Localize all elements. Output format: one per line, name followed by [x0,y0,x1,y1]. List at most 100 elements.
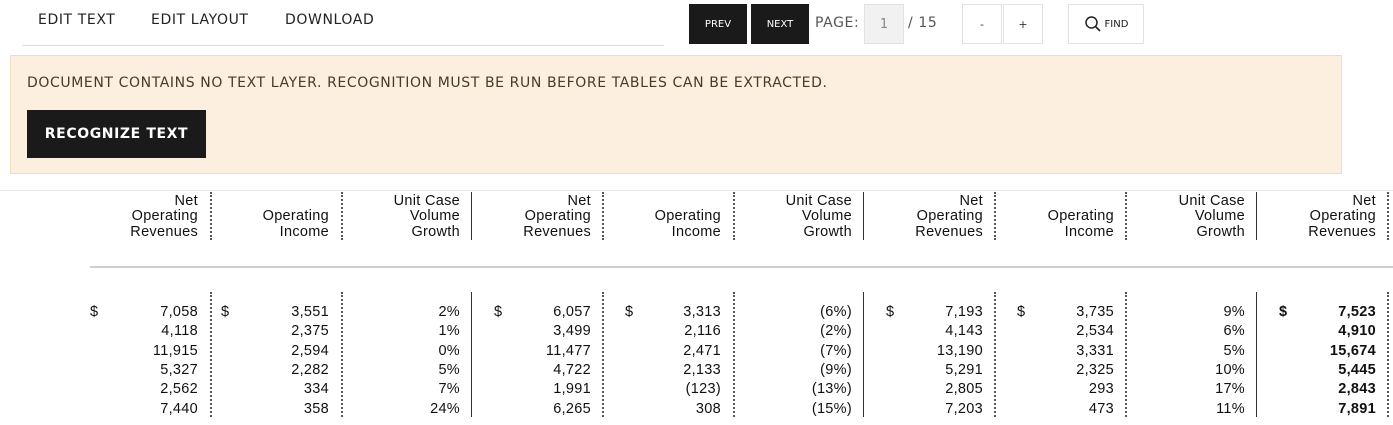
table-cell: 5,291 [945,362,983,378]
table-cell: 13,190 [936,343,983,359]
table-cell: 10% [1215,362,1245,378]
table-cell: 4,722 [553,362,591,378]
column-header-line: Revenues [523,223,591,240]
table-cell: 7,203 [945,401,983,417]
table-cell: (123) [685,381,721,397]
column-header-line: Volume [1194,208,1245,225]
table-cell: 334 [303,381,329,397]
table-cell: 3,735 [1076,304,1114,320]
table-cell: 2,534 [1076,323,1114,339]
column-header-line: Net [567,193,591,209]
column-header-line: Revenues [130,223,198,240]
column-header-line: Volume [409,208,460,225]
table-cell: 473 [1088,401,1114,417]
table-cell: 11,915 [152,343,198,359]
table-cell: 4,910 [1338,323,1376,339]
table-cell: 6% [1223,323,1245,339]
table-cell: 4,143 [945,323,983,339]
table-cell: 308 [695,401,721,417]
header-column-separator [471,192,472,240]
currency-symbol: $ [1279,304,1288,320]
edit-text-tab[interactable]: EDIT TEXT [38,12,115,28]
find-button[interactable]: FIND [1068,4,1144,44]
table-cell: 2,375 [291,323,329,339]
edit-menu: EDIT TEXT EDIT LAYOUT DOWNLOAD [22,0,664,46]
body-column-separator [1256,292,1257,417]
table-cell: (2%) [820,323,852,339]
table-cell: 6,057 [553,304,591,320]
table-cell: 2,282 [291,362,329,378]
currency-symbol: $ [90,304,99,320]
column-header-line: Operating [131,208,198,225]
table-cell: 17% [1215,381,1245,397]
column-header: Unit Case Volume Growth [785,193,852,240]
body-column-separator [471,292,472,417]
currency-symbol: $ [625,304,634,320]
column-header-line: Operating [1047,208,1114,225]
table-cell: 5,445 [1338,362,1376,378]
edit-layout-tab[interactable]: EDIT LAYOUT [151,12,249,28]
table-cell: (15%) [811,401,852,417]
table-cell: 7,523 [1338,304,1376,320]
table-cell: 6,265 [553,401,591,417]
column-header-line: Operating [524,208,591,225]
page-number-input[interactable] [864,4,904,44]
table-cell: (13%) [811,381,852,397]
next-page-button[interactable]: NEXT [751,4,809,44]
column-header-line: Unit Case [785,193,852,209]
page-top-edge [0,190,1393,191]
table-cell: 7,193 [945,304,983,320]
table-cell: 2,562 [160,381,198,397]
column-header-line: Volume [801,208,852,225]
page-label: PAGE: [815,15,860,31]
body-column-separator [994,292,996,417]
zoom-out-button[interactable]: - [962,4,1002,44]
table-cell: 11,477 [545,343,591,359]
column-header-line: Operating [654,208,721,225]
table-cell: 1% [438,323,460,339]
download-tab[interactable]: DOWNLOAD [285,12,374,28]
header-column-separator [602,192,604,240]
banner-message: DOCUMENT CONTAINS NO TEXT LAYER. RECOGNI… [27,75,828,91]
body-column-separator [1125,292,1127,417]
body-column-separator [1387,292,1389,417]
zoom-in-button[interactable]: + [1003,4,1043,44]
table-cell: 3,331 [1076,343,1114,359]
header-column-separator [863,192,864,240]
column-header: Unit Case Volume Growth [1179,193,1245,240]
table-cell: 2,594 [291,343,329,359]
header-column-separator [1387,192,1389,240]
column-header: Operating Income [263,208,329,240]
table-cell: 4,118 [161,323,198,339]
table-cell: 2,116 [684,323,721,339]
table-cell: 11% [1216,401,1245,417]
table-cell: 9% [1223,304,1245,320]
table-cell: 2,133 [683,362,721,378]
table-cell: 1,991 [553,381,591,397]
table-cell: 7% [438,381,460,397]
header-column-separator [341,192,343,240]
find-label: FIND [1104,18,1129,30]
body-column-separator [733,292,735,417]
column-header-line: Operating [916,208,983,225]
body-column-separator [863,292,864,417]
column-header-line: Unit Case [393,193,460,209]
currency-symbol: $ [1017,304,1026,320]
table-cell: 5% [438,362,460,378]
table-cell: 7,891 [1338,401,1376,417]
recognize-text-button[interactable]: RECOGNIZE TEXT [27,110,206,158]
body-column-separator [602,292,604,417]
table-cell: 2% [438,304,460,320]
table-cell: 15,674 [1329,343,1376,359]
column-header-line: Growth [411,223,460,240]
column-header: Net Operating Revenues [130,193,198,240]
column-header-line: Income [671,223,721,240]
table-cell: 3,499 [553,323,591,339]
column-header-line: Growth [803,223,852,240]
body-column-separator [210,292,212,417]
column-header-line: Net [1352,193,1376,209]
column-header-line: Net [959,193,983,209]
column-header-line: Growth [1196,223,1245,240]
prev-page-button[interactable]: PREV [689,4,747,44]
table-cell: 24% [430,401,460,417]
